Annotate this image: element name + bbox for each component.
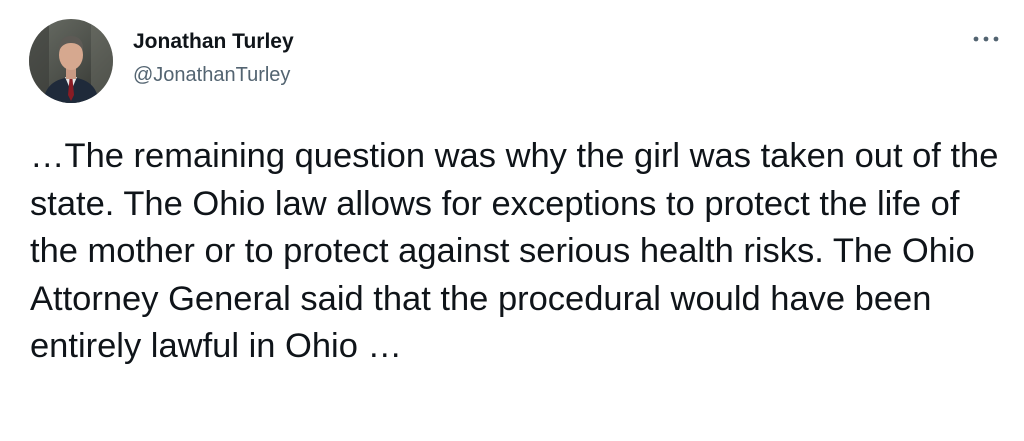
tweet-text: …The remaining question was why the girl… [30, 137, 999, 365]
more-options-icon[interactable] [968, 24, 1004, 54]
person-photo-icon [29, 19, 113, 103]
author-handle[interactable]: @JonathanTurley [133, 64, 290, 87]
avatar[interactable] [29, 19, 113, 103]
tweet-card: Jonathan Turley @JonathanTurley …The rem… [0, 0, 1024, 441]
author-name[interactable]: Jonathan Turley [133, 30, 294, 54]
